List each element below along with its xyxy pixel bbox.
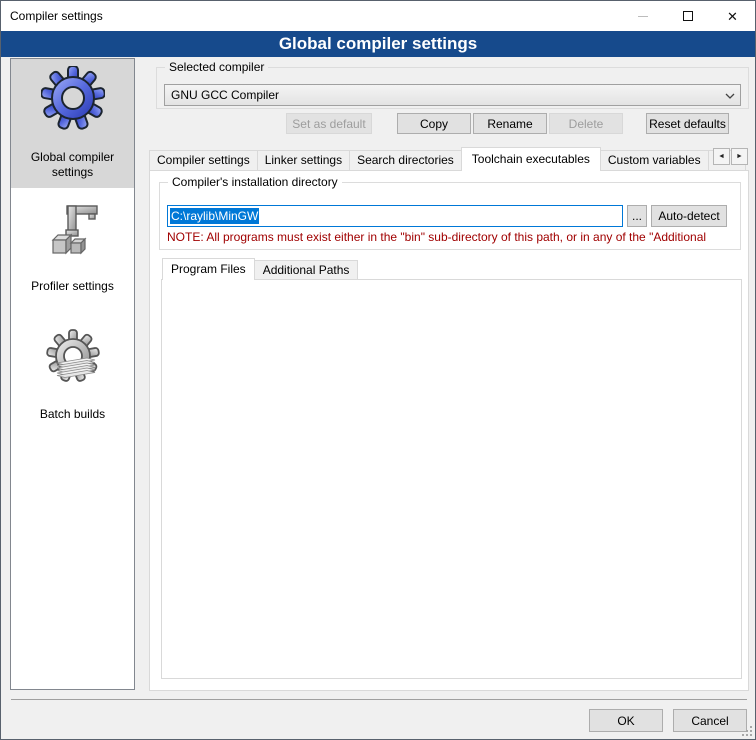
installation-directory-group-label: Compiler's installation directory	[168, 175, 342, 189]
chevron-down-icon	[725, 93, 733, 101]
sidebar-item-label: Profiler settings	[15, 279, 130, 294]
ok-button[interactable]: OK	[589, 709, 663, 732]
sidebar-item-batch-builds[interactable]: Batch builds	[11, 320, 134, 430]
compiler-select-dropdown[interactable]: GNU GCC Compiler	[164, 84, 741, 106]
bin-subdirectory-note: NOTE: All programs must exist either in …	[167, 230, 741, 244]
auto-detect-button[interactable]: Auto-detect	[651, 205, 727, 227]
tab-linker-settings[interactable]: Linker settings	[257, 150, 350, 171]
window-controls: ✕	[620, 1, 755, 31]
cancel-button[interactable]: Cancel	[673, 709, 747, 732]
installation-directory-input[interactable]: C:\raylib\MinGW	[167, 205, 623, 227]
sidebar-spacer	[11, 302, 134, 320]
settings-category-list: Global compiler settings	[10, 58, 135, 690]
sidebar-item-global-compiler-settings[interactable]: Global compiler settings	[11, 59, 134, 188]
browse-directory-button[interactable]: ...	[627, 205, 647, 227]
resize-grip[interactable]	[742, 726, 753, 737]
set-as-default-button: Set as default	[286, 113, 372, 134]
maximize-icon	[683, 11, 693, 21]
page-title: Global compiler settings	[1, 31, 755, 57]
tab-toolchain-executables[interactable]: Toolchain executables	[461, 147, 601, 171]
compiler-settings-dialog: Compiler settings ✕ Global compiler sett…	[0, 0, 756, 740]
tab-scroll-right-icon[interactable]: ►	[731, 148, 748, 165]
program-files-panel	[161, 279, 742, 679]
sidebar-item-label: Global compiler settings	[15, 150, 130, 180]
tab-search-directories[interactable]: Search directories	[349, 150, 462, 171]
sidebar-item-label: Batch builds	[15, 407, 130, 422]
blue-gear-icon	[41, 66, 105, 130]
copy-button[interactable]: Copy	[397, 113, 471, 134]
minimize-icon	[638, 16, 648, 17]
selected-path-text: C:\raylib\MinGW	[170, 208, 259, 224]
footer-divider	[11, 699, 747, 700]
delete-button: Delete	[549, 113, 623, 134]
gray-gear-stack-icon	[41, 327, 105, 391]
tab-custom-variables[interactable]: Custom variables	[600, 150, 709, 171]
selected-compiler-group-label: Selected compiler	[165, 60, 268, 74]
close-button[interactable]: ✕	[710, 1, 755, 31]
tab-program-files[interactable]: Program Files	[162, 258, 255, 280]
window-title: Compiler settings	[1, 9, 103, 23]
minimize-button	[620, 1, 665, 31]
tab-scroll-left-icon[interactable]: ◄	[713, 148, 730, 165]
settings-tab-bar: Compiler settings Linker settings Search…	[149, 147, 745, 171]
tab-compiler-settings[interactable]: Compiler settings	[149, 150, 258, 171]
caliper-icon	[41, 199, 105, 263]
close-icon: ✕	[727, 10, 738, 23]
tab-scroll-buttons: ◄ ►	[713, 148, 749, 165]
tab-additional-paths[interactable]: Additional Paths	[254, 260, 359, 280]
sidebar-item-profiler-settings[interactable]: Profiler settings	[11, 192, 134, 302]
maximize-button[interactable]	[665, 1, 710, 31]
reset-defaults-button[interactable]: Reset defaults	[646, 113, 729, 134]
toolchain-executables-panel: Compiler's installation directory C:\ray…	[149, 170, 749, 691]
rename-button[interactable]: Rename	[473, 113, 547, 134]
program-files-tab-bar: Program Files Additional Paths	[162, 258, 357, 280]
title-bar: Compiler settings ✕	[1, 1, 755, 31]
compiler-select-value: GNU GCC Compiler	[171, 88, 279, 102]
